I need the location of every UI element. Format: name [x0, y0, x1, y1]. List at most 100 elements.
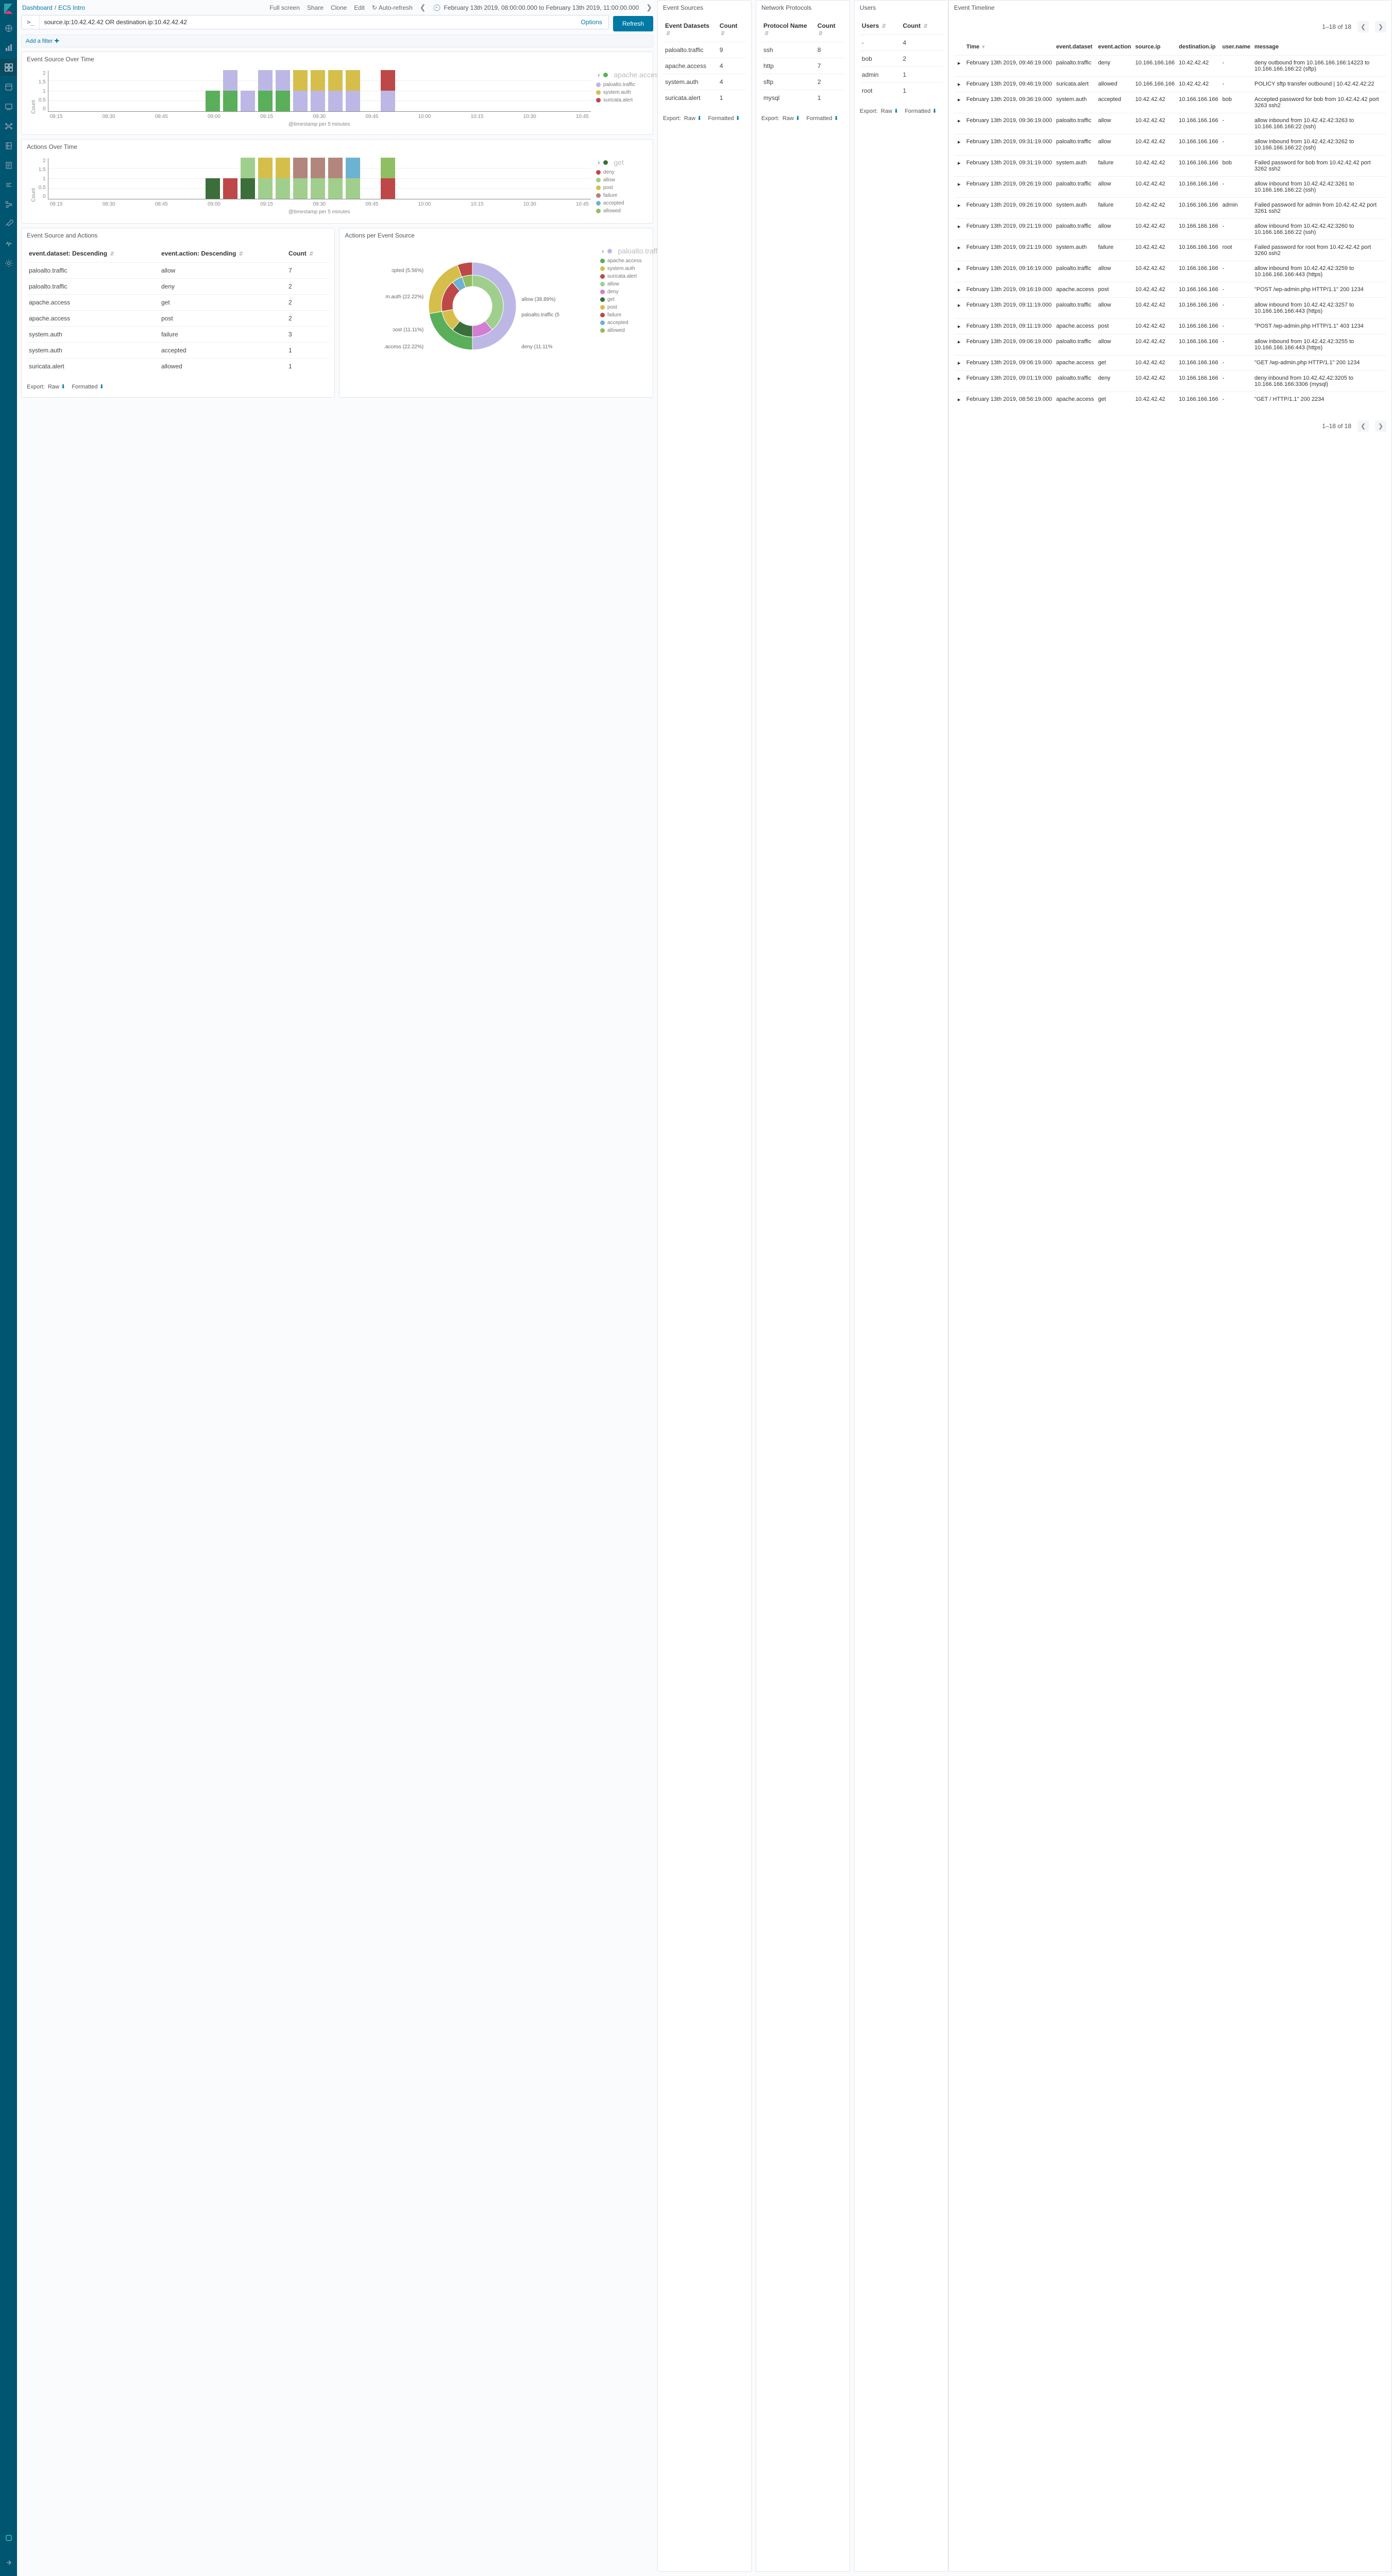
expand-row-icon[interactable]: ▸ — [954, 282, 964, 298]
table-row[interactable]: mysql1 — [761, 90, 844, 106]
table-row[interactable]: system.auth4 — [663, 74, 746, 90]
table-row[interactable]: ▸February 13th 2019, 09:11:19.000paloalt… — [954, 298, 1386, 319]
time-picker[interactable]: 🕘 February 13th 2019, 08:00:00.000 to Fe… — [433, 4, 639, 11]
column-header[interactable]: Event Datasets ⇵ — [663, 19, 718, 42]
table-row[interactable]: ▸February 13th 2019, 09:26:19.000paloalt… — [954, 177, 1386, 198]
column-header[interactable]: Count ⇵ — [286, 247, 329, 263]
table-row[interactable]: paloalto.trafficallow7 — [27, 263, 329, 279]
table-row[interactable]: ▸February 13th 2019, 09:01:19.000paloalt… — [954, 371, 1386, 392]
table-row[interactable]: paloalto.trafficdeny2 — [27, 279, 329, 295]
breadcrumb-dashboard[interactable]: Dashboard — [22, 4, 53, 11]
column-header[interactable]: Protocol Name ⇵ — [761, 19, 816, 42]
expand-row-icon[interactable]: ▸ — [954, 77, 964, 92]
edit-link[interactable]: Edit — [354, 4, 365, 11]
query-options-link[interactable]: Options — [575, 15, 608, 29]
table-row[interactable]: ssh8 — [761, 42, 844, 58]
time-next-icon[interactable]: ❯ — [646, 3, 652, 12]
table-row[interactable]: ▸February 13th 2019, 09:46:19.000suricat… — [954, 77, 1386, 92]
column-header[interactable]: Users ⇵ — [860, 19, 901, 35]
table-row[interactable]: ▸February 13th 2019, 09:06:19.000paloalt… — [954, 334, 1386, 355]
table-row[interactable]: suricata.alertallowed1 — [27, 359, 329, 375]
nav-logs-icon[interactable] — [0, 157, 17, 174]
nav-timelion-icon[interactable] — [0, 78, 17, 95]
table-row[interactable]: ▸February 13th 2019, 09:21:19.000system.… — [954, 240, 1386, 261]
expand-row-icon[interactable]: ▸ — [954, 319, 964, 334]
nav-graph-icon[interactable] — [0, 196, 17, 213]
share-link[interactable]: Share — [307, 4, 324, 11]
export-raw-link[interactable]: Raw ⬇ — [48, 384, 65, 390]
column-header[interactable]: message — [1252, 39, 1386, 56]
expand-row-icon[interactable]: ▸ — [954, 371, 964, 392]
time-prev-icon[interactable]: ❮ — [420, 3, 426, 12]
nav-infra-icon[interactable] — [0, 137, 17, 154]
kibana-logo[interactable] — [0, 0, 17, 17]
table-row[interactable]: apache.accessget2 — [27, 295, 329, 311]
table-row[interactable]: ▸February 13th 2019, 09:46:19.000paloalt… — [954, 56, 1386, 77]
table-row[interactable]: ▸February 13th 2019, 09:31:19.000system.… — [954, 156, 1386, 177]
nav-discover-icon[interactable] — [0, 20, 17, 37]
table-row[interactable]: root1 — [860, 83, 943, 99]
expand-row-icon[interactable]: ▸ — [954, 156, 964, 177]
bar-chart[interactable] — [48, 71, 591, 112]
table-row[interactable]: ▸February 13th 2019, 09:36:19.000system.… — [954, 92, 1386, 113]
nav-collapse-icon[interactable] — [0, 2554, 17, 2571]
table-row[interactable]: ▸February 13th 2019, 09:21:19.000paloalt… — [954, 219, 1386, 240]
table-row[interactable]: ▸February 13th 2019, 09:06:19.000apache.… — [954, 355, 1386, 371]
nav-management-icon[interactable] — [0, 255, 17, 272]
table-row[interactable]: ▸February 13th 2019, 09:36:19.000paloalt… — [954, 113, 1386, 134]
table-row[interactable]: bob2 — [860, 51, 943, 67]
export-raw-link[interactable]: Raw ⬇ — [783, 115, 800, 122]
table-row[interactable]: sftp2 — [761, 74, 844, 90]
export-formatted-link[interactable]: Formatted ⬇ — [905, 108, 937, 114]
table-row[interactable]: apache.accesspost2 — [27, 311, 329, 327]
expand-row-icon[interactable]: ▸ — [954, 113, 964, 134]
expand-row-icon[interactable]: ▸ — [954, 240, 964, 261]
column-header[interactable]: user.name — [1220, 39, 1252, 56]
nav-monitoring-icon[interactable] — [0, 235, 17, 252]
breadcrumb-page[interactable]: ECS Intro — [58, 4, 85, 11]
expand-row-icon[interactable]: ▸ — [954, 298, 964, 319]
column-header[interactable]: event.dataset — [1054, 39, 1096, 56]
table-row[interactable]: suricata.alert1 — [663, 90, 746, 106]
table-row[interactable]: ▸February 13th 2019, 09:16:19.000apache.… — [954, 282, 1386, 298]
expand-row-icon[interactable]: ▸ — [954, 198, 964, 219]
refresh-button[interactable]: Refresh — [613, 16, 653, 31]
expand-row-icon[interactable]: ▸ — [954, 92, 964, 113]
expand-row-icon[interactable]: ▸ — [954, 334, 964, 355]
expand-row-icon[interactable]: ▸ — [954, 219, 964, 240]
expand-row-icon[interactable]: ▸ — [954, 177, 964, 198]
column-header[interactable]: Count ⇵ — [718, 19, 746, 42]
table-row[interactable]: ▸February 13th 2019, 09:16:19.000paloalt… — [954, 261, 1386, 282]
nav-feedback-icon[interactable] — [0, 2529, 17, 2546]
export-raw-link[interactable]: Raw ⬇ — [684, 115, 702, 122]
nav-canvas-icon[interactable] — [0, 98, 17, 115]
table-row[interactable]: -4 — [860, 35, 943, 51]
column-header[interactable]: destination.ip — [1177, 39, 1220, 56]
table-row[interactable]: ▸February 13th 2019, 08:56:19.000apache.… — [954, 392, 1386, 408]
column-header[interactable]: event.action: Descending ⇵ — [159, 247, 286, 263]
column-header[interactable]: event.action — [1096, 39, 1133, 56]
export-raw-link[interactable]: Raw ⬇ — [881, 108, 898, 114]
nav-dashboard-icon[interactable] — [0, 59, 17, 76]
autorefresh-toggle[interactable]: ↻ Auto-refresh — [372, 4, 413, 11]
expand-row-icon[interactable]: ▸ — [954, 261, 964, 282]
page-next-button[interactable]: ❯ — [1375, 420, 1386, 432]
table-row[interactable]: ▸February 13th 2019, 09:31:19.000paloalt… — [954, 134, 1386, 156]
search-input[interactable]: source.ip:10.42.42.42 OR destination.ip:… — [40, 15, 574, 29]
export-formatted-link[interactable]: Formatted ⬇ — [72, 384, 104, 390]
expand-row-icon[interactable]: ▸ — [954, 134, 964, 156]
table-row[interactable]: ▸February 13th 2019, 09:11:19.000apache.… — [954, 319, 1386, 334]
table-row[interactable]: ▸February 13th 2019, 09:26:19.000system.… — [954, 198, 1386, 219]
column-header[interactable]: Count ⇵ — [816, 19, 844, 42]
nav-visualize-icon[interactable] — [0, 39, 17, 56]
table-row[interactable]: admin1 — [860, 67, 943, 83]
column-header[interactable]: Time ▾ — [964, 39, 1054, 56]
nav-apm-icon[interactable] — [0, 176, 17, 193]
expand-row-icon[interactable]: ▸ — [954, 56, 964, 77]
table-row[interactable]: paloalto.traffic9 — [663, 42, 746, 58]
page-prev-button[interactable]: ❮ — [1357, 420, 1369, 432]
table-row[interactable]: http7 — [761, 58, 844, 74]
expand-row-icon[interactable]: ▸ — [954, 355, 964, 371]
nav-ml-icon[interactable] — [0, 117, 17, 134]
clone-link[interactable]: Clone — [331, 4, 347, 11]
